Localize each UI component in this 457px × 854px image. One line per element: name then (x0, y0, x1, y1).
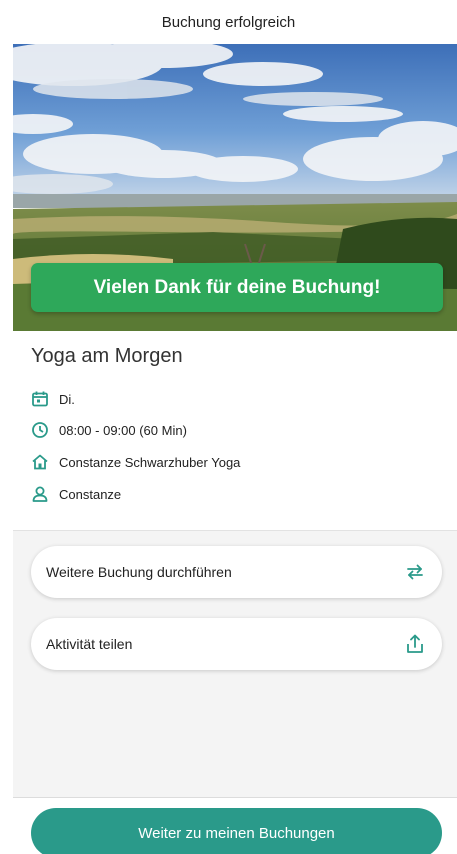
instructor-row: Constanze (31, 484, 121, 504)
instructor-text: Constanze (59, 486, 122, 502)
calendar-icon (31, 390, 49, 408)
go-to-bookings-button[interactable]: Weiter zu meinen Buchungen (31, 808, 442, 854)
share-upload-icon (404, 633, 426, 655)
studio-text: Constanze Schwarzhuber Yoga (59, 454, 241, 470)
user-icon (31, 485, 49, 503)
time-text: 08:00 - 09:00 (60 Min) (59, 422, 187, 438)
clock-icon (31, 421, 49, 439)
studio-row: Constanze Schwarzhuber Yoga (31, 452, 240, 472)
day-row: Di. (31, 389, 75, 409)
book-again-button[interactable]: Weitere Buchung durchführen (31, 546, 442, 598)
class-title: Yoga am Morgen (31, 345, 183, 367)
book-again-label: Weitere Buchung durchführen (46, 564, 232, 580)
thank-you-banner: Vielen Dank für deine Buchung! (31, 263, 443, 312)
booking-success-screen: Buchung erfolgreich Vielen Dank für dein… (0, 0, 457, 854)
share-activity-label: Aktivität teilen (46, 636, 133, 652)
time-row: 08:00 - 09:00 (60 Min) (31, 420, 187, 440)
home-icon (31, 453, 49, 471)
footer-divider (13, 797, 457, 798)
share-activity-button[interactable]: Aktivität teilen (31, 618, 442, 670)
swap-arrows-icon (404, 561, 426, 583)
day-text: Di. (59, 391, 75, 407)
page-title: Buchung erfolgreich (161, 13, 296, 31)
